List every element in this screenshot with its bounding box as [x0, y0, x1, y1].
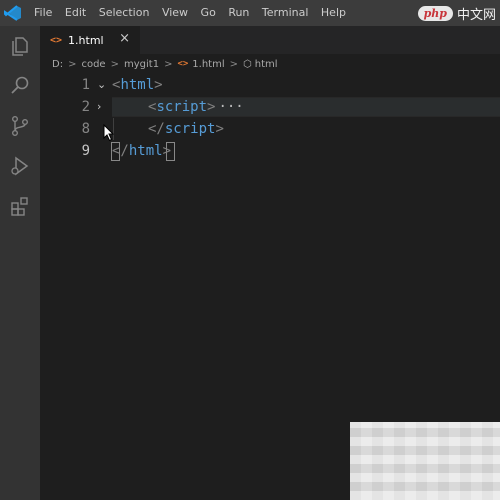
line-number: 8 [81, 121, 90, 137]
breadcrumb-separator: > [110, 58, 119, 70]
folded-region-marker: ··· [218, 99, 244, 115]
breadcrumb: D: > code > mygit1 > <> 1.html > ⬡ html [52, 55, 278, 73]
fold-expanded-icon[interactable]: ⌄ [97, 74, 106, 96]
menu-help[interactable]: Help [321, 0, 346, 26]
breadcrumb-folder-code[interactable]: code [81, 59, 105, 70]
menu-edit[interactable]: Edit [65, 0, 86, 26]
tab-label: 1.html [68, 33, 104, 47]
code-text: </script> [148, 121, 224, 137]
menu-terminal[interactable]: Terminal [262, 0, 309, 26]
breadcrumb-folder-mygit1[interactable]: mygit1 [124, 59, 159, 70]
code-line[interactable]: 2 › <script> ··· [40, 96, 500, 118]
vscode-logo-icon [4, 5, 21, 21]
menu-view[interactable]: View [162, 0, 188, 26]
code-line[interactable]: 9 </html> [40, 140, 500, 162]
code-text: <script> ··· [148, 99, 244, 115]
breadcrumb-separator: > [164, 58, 173, 70]
line-number: 2 [81, 99, 90, 115]
tab-1-html[interactable]: <> 1.html × [40, 26, 140, 54]
watermark: php 中文网 [417, 3, 496, 23]
menu-file[interactable]: File [34, 0, 52, 26]
explorer-icon[interactable] [8, 34, 32, 58]
breadcrumb-separator: > [229, 58, 239, 70]
symbol-element-icon: ⬡ [243, 58, 252, 70]
line-number: 9 [81, 143, 90, 159]
breadcrumb-file[interactable]: 1.html [192, 59, 224, 70]
html-file-icon: <> [50, 34, 63, 46]
watermark-text: 中文网 [456, 7, 496, 23]
tab-bar: <> 1.html × [40, 26, 500, 54]
breadcrumb-symbol[interactable]: html [255, 59, 278, 70]
obscured-region [350, 422, 500, 500]
menu-run[interactable]: Run [228, 0, 249, 26]
menu-bar: File Edit Selection View Go Run Terminal… [34, 0, 358, 26]
code-text: <html> [112, 77, 163, 93]
html-file-icon: <> [177, 59, 189, 69]
menu-selection[interactable]: Selection [99, 0, 150, 26]
code-line[interactable]: 1 ⌄ <html> [40, 74, 500, 96]
breadcrumb-separator: > [68, 58, 77, 70]
title-bar: File Edit Selection View Go Run Terminal… [0, 0, 500, 26]
mouse-pointer-icon [103, 124, 115, 142]
fold-collapsed-icon[interactable]: › [97, 96, 101, 118]
source-control-icon[interactable] [8, 114, 32, 138]
run-debug-icon[interactable] [8, 154, 32, 178]
watermark-badge: php [417, 5, 453, 21]
activity-bar [0, 26, 40, 500]
line-number: 1 [81, 77, 90, 93]
menu-go[interactable]: Go [201, 0, 216, 26]
code-text: </html> [112, 143, 172, 159]
breadcrumb-drive[interactable]: D: [52, 59, 63, 70]
close-icon[interactable]: × [119, 31, 130, 46]
extensions-icon[interactable] [8, 194, 32, 218]
search-icon[interactable] [8, 74, 32, 98]
